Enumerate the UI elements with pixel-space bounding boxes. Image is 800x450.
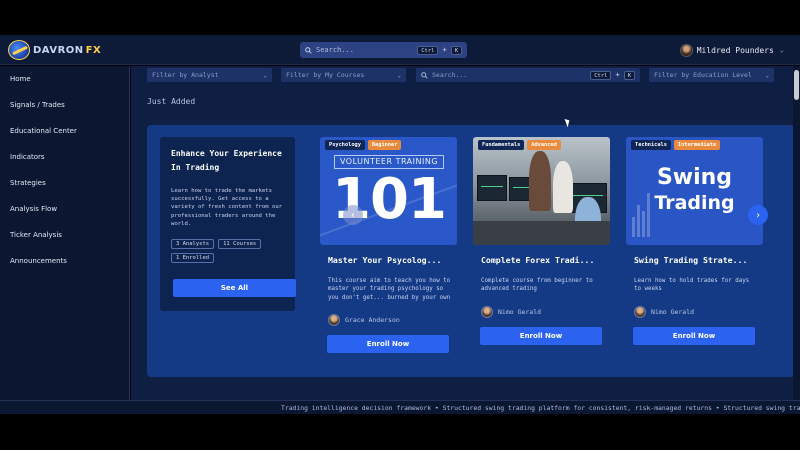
course-search-placeholder: Search... (432, 71, 468, 79)
filter-education-select[interactable]: Filter by Education Level ⌄ (649, 68, 774, 82)
chevron-down-icon: ⌄ (765, 71, 769, 79)
sidebar-item-educational-center[interactable]: Educational Center (10, 127, 77, 135)
course-badges: Psychology Beginner (325, 140, 402, 150)
sidebar-item-signals-trades[interactable]: Signals / Trades (10, 101, 65, 109)
course-description: Learn how to hold trades for days to wee… (634, 278, 750, 293)
course-author: Nimo Gerald (634, 306, 694, 318)
image-headline: Trading (654, 192, 735, 214)
author-name: Grace Anderson (345, 316, 400, 324)
chevron-left-icon: ‹ (349, 209, 357, 221)
just-added-carousel: Enhance Your Experience In Trading Learn… (147, 125, 793, 377)
course-card[interactable]: Fundamentals Advanced Complete Forex Tra… (473, 137, 610, 365)
level-badge: Beginner (367, 140, 402, 150)
chevron-down-icon: ⌄ (397, 71, 401, 79)
avatar (481, 306, 493, 318)
intro-body: Learn how to trade the markets successfu… (171, 188, 283, 227)
enroll-now-button[interactable]: Enroll Now (327, 335, 449, 353)
top-bar: DAVRON FX Search... Ctrl + K Mildred Poun… (0, 35, 800, 65)
filter-education-label: Filter by Education Level (654, 71, 752, 79)
sidebar-item-indicators[interactable]: Indicators (10, 153, 45, 161)
enroll-now-button[interactable]: Enroll Now (633, 327, 755, 345)
user-name: Mildred Pounders (696, 45, 774, 55)
logo-globe-icon (8, 40, 30, 60)
shortcut-key-ctrl: Ctrl (590, 70, 612, 80)
footer-ticker: Trading intelligence decision framework … (281, 404, 800, 412)
image-person (553, 161, 573, 213)
filter-analyst-select[interactable]: Filter by Analyst ⌄ (147, 68, 272, 82)
sidebar-item-home[interactable]: Home (10, 75, 31, 83)
main-content: Filter by Analyst ⌄ Filter by My Courses… (131, 66, 793, 400)
category-badge: Psychology (325, 140, 365, 150)
global-search-input[interactable]: Search... Ctrl + K (300, 42, 467, 58)
chip-courses: 11 Courses (218, 239, 262, 250)
brand-name: DAVRON FX (33, 45, 101, 56)
intro-title: Enhance Your Experience In Trading (171, 149, 282, 172)
course-search-input[interactable]: Search... Ctrl + K (416, 68, 640, 82)
course-image: Fundamentals Advanced (473, 137, 610, 245)
see-all-button[interactable]: See All (173, 279, 296, 297)
author-name: Nimo Gerald (651, 308, 695, 316)
page-scrollbar[interactable] (793, 66, 800, 400)
shortcut-key-k: K (450, 45, 462, 55)
filter-courses-label: Filter by My Courses (286, 71, 365, 79)
enroll-now-button[interactable]: Enroll Now (480, 327, 602, 345)
scrollbar-thumb[interactable] (794, 70, 799, 100)
author-name: Nimo Gerald (498, 308, 542, 316)
search-icon (421, 71, 428, 79)
intro-card: Enhance Your Experience In Trading Learn… (160, 137, 296, 311)
search-icon (305, 46, 312, 54)
chevron-down-icon: ⌄ (779, 46, 784, 54)
image-headline: Swing (656, 165, 733, 190)
category-badge: Fundamentals (478, 140, 525, 150)
section-title: Just Added (147, 97, 196, 106)
course-title[interactable]: Swing Trading Strate... (634, 255, 758, 265)
brand-logo[interactable]: DAVRON FX (8, 39, 101, 61)
course-image: Psychology Beginner VOLUNTEER TRAINING 1… (320, 137, 457, 245)
carousel-next-button[interactable]: › (748, 205, 768, 225)
shortcut-plus: + (615, 71, 620, 79)
user-menu[interactable]: Mildred Pounders ⌄ (679, 42, 784, 58)
avatar (328, 314, 340, 326)
sidebar: Home Signals / Trades Educational Center… (0, 66, 130, 400)
shortcut-key-ctrl: Ctrl (417, 45, 439, 55)
level-badge: Intermediate (673, 140, 721, 150)
footer-ticker-bar: Trading intelligence decision framework … (0, 400, 800, 414)
sidebar-item-ticker-analysis[interactable]: Ticker Analysis (10, 231, 62, 239)
filter-analyst-label: Filter by Analyst (152, 71, 219, 79)
brand-name-part1: DAVRON (33, 44, 84, 56)
avatar (679, 43, 693, 57)
chip-analysts: 3 Analysts (171, 239, 215, 250)
course-description: Complete course from beginner to advance… (481, 278, 593, 293)
course-badges: Fundamentals Advanced (478, 140, 561, 150)
chip-enrolled: 1 Enrolled (171, 253, 215, 264)
intro-stats: 3 Analysts 11 Courses 1 Enrolled (171, 239, 284, 264)
course-title[interactable]: Master Your Psycolog... (328, 255, 452, 265)
brand-name-part2: FX (85, 44, 102, 56)
category-badge: Technicals (631, 140, 671, 150)
chevron-right-icon: › (754, 209, 762, 221)
filter-courses-select[interactable]: Filter by My Courses ⌄ (281, 68, 406, 82)
sidebar-item-analysis-flow[interactable]: Analysis Flow (10, 205, 57, 213)
course-badges: Technicals Intermediate (631, 140, 721, 150)
course-author: Nimo Gerald (481, 306, 541, 318)
course-card[interactable]: Technicals Intermediate Swing Trading Sw… (626, 137, 763, 365)
chevron-down-icon: ⌄ (263, 71, 267, 79)
image-screen (477, 175, 507, 201)
image-desk (473, 221, 610, 245)
global-search-placeholder: Search... (316, 46, 354, 54)
shortcut-key-k: K (623, 70, 635, 80)
sidebar-item-strategies[interactable]: Strategies (10, 179, 46, 187)
shortcut-plus: + (442, 46, 447, 54)
course-author: Grace Anderson (328, 314, 400, 326)
carousel-prev-button[interactable]: ‹ (343, 205, 363, 225)
course-title[interactable]: Complete Forex Tradi... (481, 255, 605, 265)
course-description: This course aim to teach you how to mast… (328, 278, 451, 301)
avatar (634, 306, 646, 318)
level-badge: Advanced (527, 140, 561, 150)
course-image: Technicals Intermediate Swing Trading (626, 137, 763, 245)
sidebar-item-announcements[interactable]: Announcements (10, 257, 67, 265)
image-person (529, 151, 551, 211)
course-card[interactable]: Psychology Beginner VOLUNTEER TRAINING 1… (320, 137, 457, 365)
